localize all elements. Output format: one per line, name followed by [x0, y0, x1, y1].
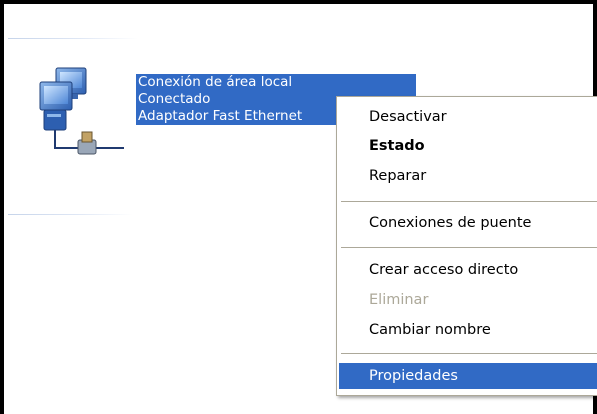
menu-item-cambiar-nombre[interactable]: Cambiar nombre — [339, 317, 597, 343]
menu-separator — [341, 353, 597, 354]
context-menu: Desactivar Estado Reparar Conexiones de … — [336, 96, 597, 396]
menu-item-reparar[interactable]: Reparar — [339, 163, 597, 189]
menu-item-conexiones-de-puente[interactable]: Conexiones de puente — [339, 210, 597, 236]
menu-item-estado[interactable]: Estado — [339, 133, 597, 159]
menu-separator — [341, 201, 597, 202]
connection-name: Conexión de área local — [136, 74, 416, 91]
menu-item-eliminar[interactable]: Eliminar — [339, 287, 597, 313]
menu-item-crear-acceso-directo[interactable]: Crear acceso directo — [339, 257, 597, 283]
menu-separator — [341, 247, 597, 248]
section-divider-bottom — [8, 214, 133, 215]
connection-adapter: Adaptador Fast Ethernet — [136, 108, 340, 125]
menu-item-desactivar[interactable]: Desactivar — [339, 104, 597, 130]
section-divider-top — [8, 38, 138, 39]
network-connection-icon[interactable] — [34, 66, 130, 162]
menu-item-propiedades[interactable]: Propiedades — [339, 363, 597, 389]
